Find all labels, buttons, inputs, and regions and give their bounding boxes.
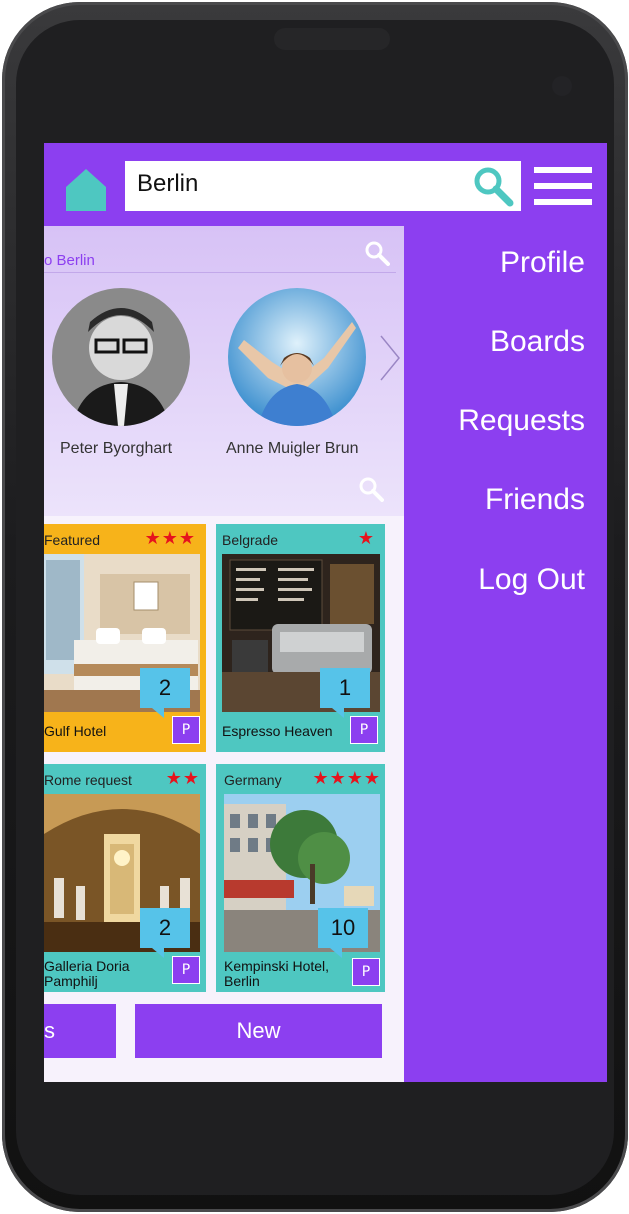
search-input-value: Berlin xyxy=(137,170,199,197)
card-title: Belgrade xyxy=(222,532,279,548)
card-footer: Gulf Hotel xyxy=(44,723,107,739)
chevron-right-icon[interactable] xyxy=(378,334,402,382)
count-badge: 2 xyxy=(140,908,190,958)
board-card[interactable]: Belgrade ★ 1 Espresso Heaven P xyxy=(216,524,385,752)
card-title: Featured xyxy=(44,532,101,548)
menu-item-friends[interactable]: Friends xyxy=(485,483,585,517)
home-icon[interactable] xyxy=(64,167,108,211)
content-panel: o Berlin Peter Byorghart Anne Muigler Br… xyxy=(44,226,404,1082)
count-badge: 1 xyxy=(320,668,370,718)
new-button[interactable]: New xyxy=(135,1004,382,1058)
star-rating: ★ xyxy=(357,528,375,549)
count-badge: 2 xyxy=(140,668,190,718)
new-button-label: New xyxy=(236,1018,281,1043)
board-card[interactable]: Rome request ★★ 2 Galleria Doria Pamphil… xyxy=(44,764,206,992)
card-footer: Espresso Heaven xyxy=(222,723,333,739)
menu-item-profile[interactable]: Profile xyxy=(500,246,585,280)
board-card[interactable]: Germany ★★★★ 10 Kempinski Hotel, Berlin … xyxy=(216,764,385,992)
search-icon[interactable] xyxy=(364,240,390,266)
search-icon[interactable] xyxy=(358,476,384,502)
star-rating: ★★ xyxy=(165,768,200,789)
menu-item-boards[interactable]: Boards xyxy=(490,325,585,359)
left-action-label: s xyxy=(44,1018,55,1043)
person-name[interactable]: Anne Muigler Brun xyxy=(226,440,359,458)
people-section-title: o Berlin xyxy=(44,252,95,269)
speaker-grille xyxy=(274,28,390,50)
search-icon[interactable] xyxy=(472,165,514,207)
menu-item-requests[interactable]: Requests xyxy=(458,404,585,438)
person-name[interactable]: Peter Byorghart xyxy=(60,440,172,458)
person-photo xyxy=(52,288,190,426)
count-badge: 10 xyxy=(318,908,368,958)
search-input[interactable]: Berlin xyxy=(125,161,521,211)
card-footer: Galleria Doria Pamphilj xyxy=(44,958,130,989)
app-screen: Berlin o Berlin Peter Byorghart Anne Mui… xyxy=(44,143,607,1082)
card-title: Rome request xyxy=(44,772,132,788)
top-bar: Berlin xyxy=(44,143,607,226)
star-rating: ★★★★ xyxy=(312,768,381,789)
camera-icon xyxy=(552,76,572,96)
p-badge[interactable]: P xyxy=(172,956,200,984)
card-title: Germany xyxy=(224,772,282,788)
divider xyxy=(44,272,396,273)
person-photo xyxy=(228,288,366,426)
avatar[interactable] xyxy=(228,288,366,426)
card-footer: Kempinski Hotel, Berlin xyxy=(224,958,330,989)
p-badge[interactable]: P xyxy=(350,716,378,744)
hamburger-menu-icon[interactable] xyxy=(534,167,592,209)
left-action-button[interactable]: s xyxy=(44,1004,116,1058)
menu-item-log-out[interactable]: Log Out xyxy=(478,563,585,597)
star-rating: ★★★ xyxy=(144,528,196,549)
side-menu: Profile Boards Requests Friends Log Out xyxy=(404,226,607,1082)
p-badge[interactable]: P xyxy=(352,958,380,986)
avatar[interactable] xyxy=(52,288,190,426)
people-section: o Berlin Peter Byorghart Anne Muigler Br… xyxy=(44,226,404,516)
p-badge[interactable]: P xyxy=(172,716,200,744)
board-card[interactable]: Featured ★★★ 2 Gulf Hotel P xyxy=(44,524,206,752)
